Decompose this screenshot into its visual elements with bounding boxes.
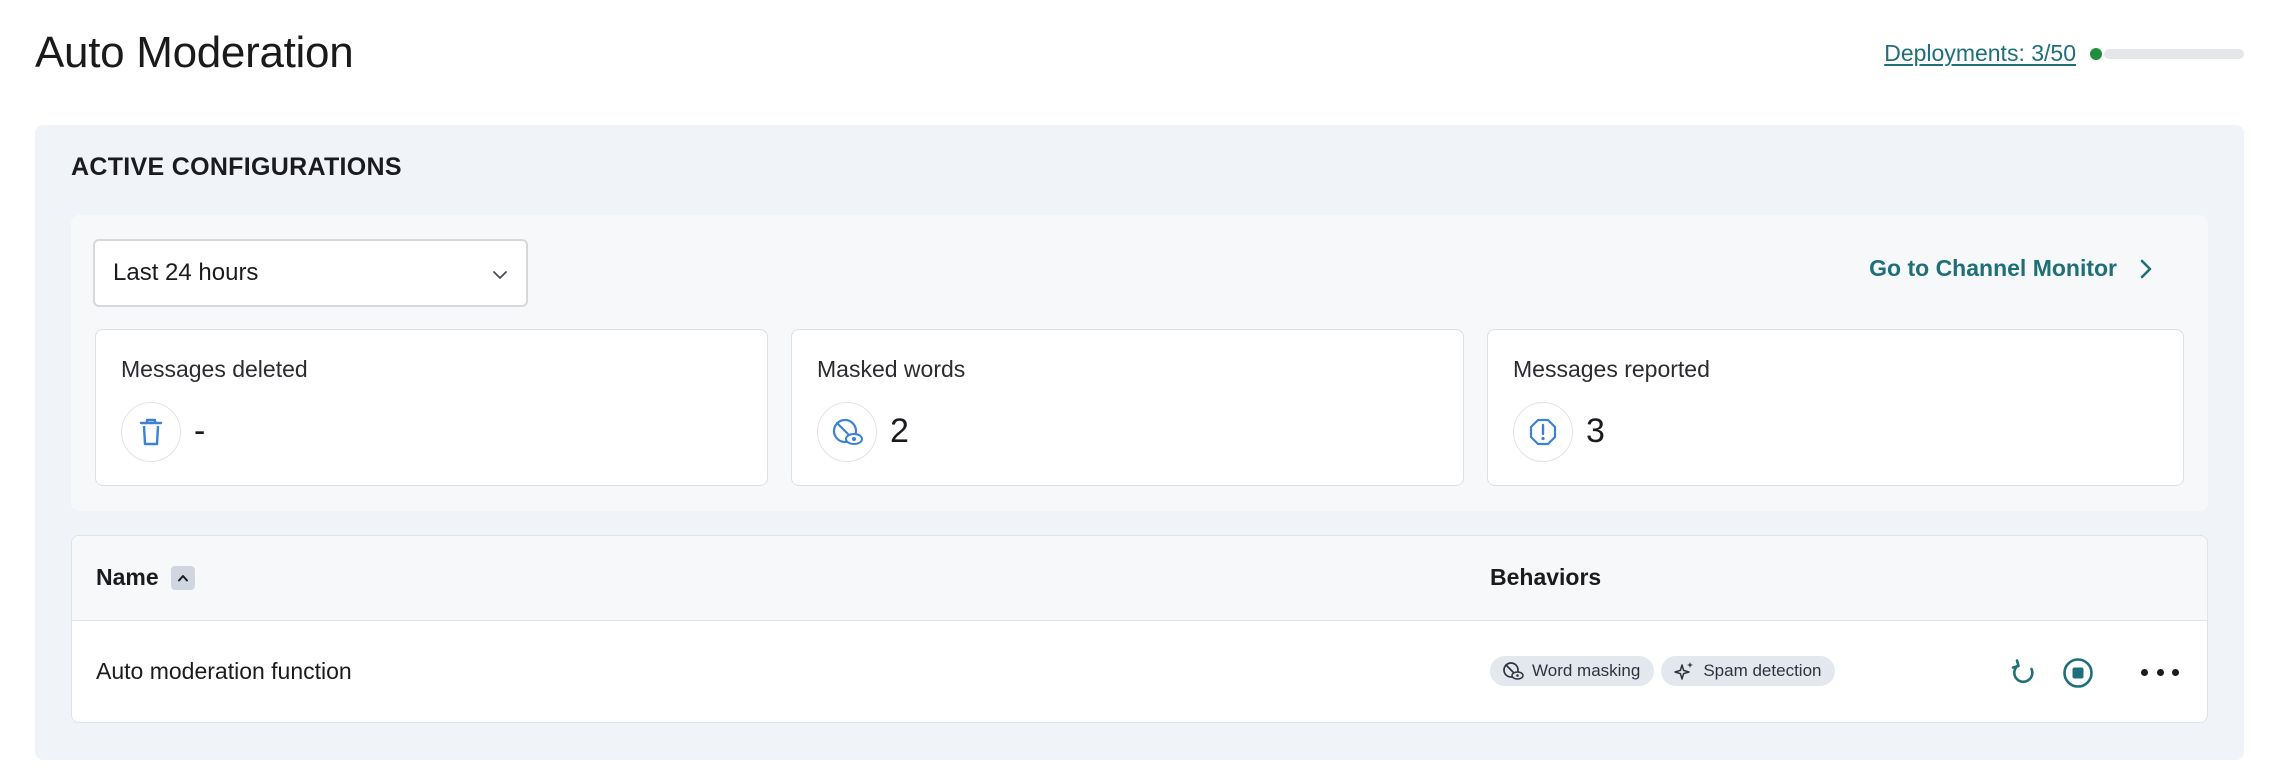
stat-card-masked-words: Masked words 2 (791, 329, 1464, 486)
column-header-name-label: Name (96, 564, 159, 590)
stat-card-messages-reported: Messages reported 3 (1487, 329, 2184, 486)
column-header-behaviors: Behaviors (1490, 564, 1602, 590)
eye-slash-icon (1503, 662, 1524, 680)
dot (2156, 668, 2164, 676)
behavior-chip-spam-detection: Spam detection (1661, 656, 1836, 686)
stat-label: Messages reported (1513, 356, 1710, 382)
stop-circle-icon (2063, 658, 2093, 688)
monitor-link-label: Go to Channel Monitor (1869, 255, 2117, 281)
eye-slash-icon (817, 402, 877, 462)
behavior-chips: Word masking Spam detection (1490, 656, 1842, 686)
stat-value: 2 (890, 412, 909, 450)
configurations-table: Name Behaviors Auto moderation function (71, 535, 2208, 723)
stat-label: Messages deleted (121, 356, 308, 382)
trash-icon (121, 402, 181, 462)
deployments-link[interactable]: Deployments: 3/50 (1884, 40, 2076, 67)
stop-button[interactable] (2061, 656, 2095, 690)
stat-value: - (194, 412, 206, 450)
time-range-value: Last 24 hours (113, 259, 259, 286)
chevron-right-icon (2140, 259, 2152, 278)
chevron-up-icon (177, 574, 188, 581)
page-title: Auto Moderation (35, 28, 354, 77)
refresh-icon (2011, 659, 2034, 683)
behavior-chip-word-masking: Word masking (1490, 656, 1655, 686)
dot (2141, 668, 2148, 676)
column-header-name[interactable]: Name (96, 564, 195, 591)
behavior-chip-label: Word masking (1532, 661, 1641, 680)
behavior-chip-label: Spam detection (1703, 661, 1822, 680)
dot (2172, 668, 2179, 676)
stats-area: Last 24 hours Go to Channel Monitor Mess… (71, 215, 2208, 511)
deployments-usage-bar (2104, 48, 2244, 59)
alert-octagon-icon (1513, 402, 1573, 462)
deployments-status-dot (2090, 47, 2102, 60)
section-title: ACTIVE CONFIGURATIONS (71, 153, 402, 181)
row-name: Auto moderation function (96, 658, 352, 684)
table-header: Name Behaviors (72, 536, 2207, 621)
deployments-indicator: Deployments: 3/50 (1884, 40, 2244, 67)
sparkles-icon (1674, 662, 1694, 680)
restart-button[interactable] (2007, 656, 2041, 690)
stat-value: 3 (1586, 412, 1605, 450)
time-range-select[interactable]: Last 24 hours (93, 239, 528, 307)
chevron-down-icon (493, 271, 507, 279)
stat-card-messages-deleted: Messages deleted - (95, 329, 768, 486)
go-to-channel-monitor-link[interactable]: Go to Channel Monitor (1869, 255, 2153, 282)
more-options-button[interactable] (2141, 660, 2179, 684)
active-configurations-panel: ACTIVE CONFIGURATIONS Last 24 hours Go t… (35, 125, 2244, 760)
table-row[interactable]: Auto moderation function Word masking Sp… (72, 622, 2207, 722)
stat-label: Masked words (817, 356, 966, 382)
sort-ascending-button[interactable] (170, 565, 195, 590)
